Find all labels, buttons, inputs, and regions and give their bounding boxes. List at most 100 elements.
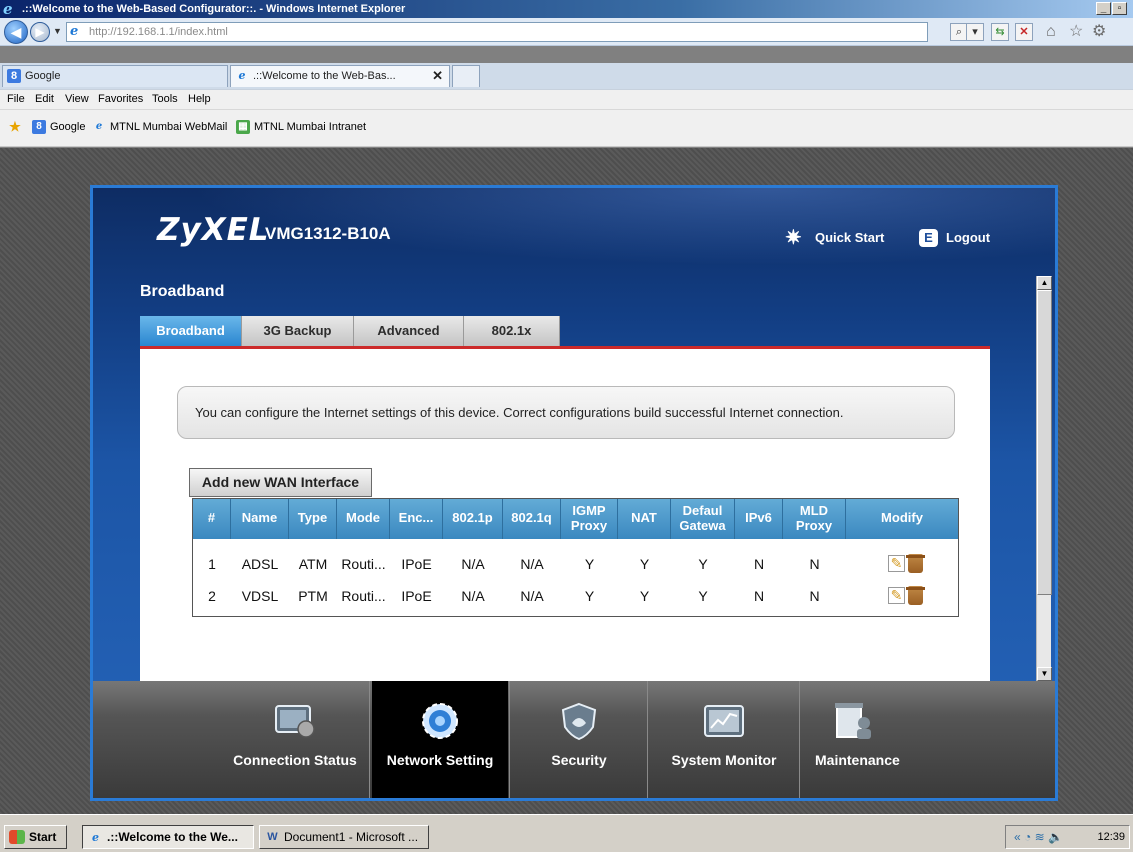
menu-tools[interactable]: Tools bbox=[152, 93, 178, 105]
header-line: Proxy bbox=[570, 518, 608, 533]
col-header: IPv6 bbox=[735, 499, 783, 539]
favorite-mtnl-webmail[interactable]: e MTNL Mumbai WebMail bbox=[92, 121, 228, 133]
favorites-star-icon[interactable]: ☆ bbox=[1069, 22, 1083, 42]
clock: 12:39 bbox=[1097, 831, 1125, 843]
col-header: Modify bbox=[881, 510, 923, 525]
delete-trash-icon[interactable] bbox=[906, 586, 925, 605]
ie-page-icon: e bbox=[70, 24, 79, 39]
favorite-mtnl-intranet[interactable]: ▦ MTNL Mumbai Intranet bbox=[236, 120, 366, 134]
cell-nat: Y bbox=[639, 588, 650, 604]
maximize-button[interactable]: ▫ bbox=[1112, 2, 1127, 15]
scrollbar[interactable]: ▲ ▼ bbox=[1036, 276, 1052, 683]
cell-enc: IPoE bbox=[401, 588, 432, 604]
nav-connection-status[interactable]: Connection Status bbox=[227, 681, 363, 798]
menu-view[interactable]: View bbox=[65, 93, 89, 105]
tray-expand-icon[interactable]: « bbox=[1014, 830, 1021, 844]
google-icon: 8 bbox=[32, 120, 46, 134]
cell-8021p: N/A bbox=[461, 588, 485, 604]
word-document-icon: W bbox=[267, 831, 278, 843]
home-icon[interactable]: ⌂ bbox=[1046, 22, 1056, 42]
cell-8021p: N/A bbox=[461, 556, 485, 572]
compatibility-view-icon[interactable]: ⇆ bbox=[991, 23, 1009, 41]
address-bar: ◀ ▶ ▼ e http://192.168.1.1/index.html ⌕ … bbox=[0, 18, 1133, 46]
cell-modify: ✎ bbox=[888, 586, 928, 606]
cell-type: ATM bbox=[298, 556, 328, 572]
nav-network-setting[interactable]: Network Setting bbox=[372, 681, 508, 798]
back-button[interactable]: ◀ bbox=[4, 20, 28, 44]
menu-favorites[interactable]: Favorites bbox=[98, 93, 143, 105]
subtabs: Broadband 3G Backup Advanced 802.1x bbox=[140, 316, 990, 346]
cell-8021q: N/A bbox=[520, 556, 544, 572]
tab-configurator[interactable]: e .::Welcome to the Web-Bas... ✕ bbox=[230, 65, 450, 87]
tools-gear-icon[interactable]: ⚙ bbox=[1092, 22, 1106, 42]
header-line: Gatewa bbox=[679, 518, 726, 533]
table-row: 2 VDSL PTM Routi... IPoE N/A N/A Y Y Y N… bbox=[193, 581, 958, 611]
favorite-google[interactable]: 8 Google bbox=[32, 120, 85, 134]
ie-logo-icon: e bbox=[3, 0, 13, 18]
tab-label: Google bbox=[25, 70, 61, 82]
taskbar-item-word[interactable]: W Document1 - Microsoft ... bbox=[259, 825, 429, 849]
scroll-up-icon[interactable]: ▲ bbox=[1037, 276, 1052, 290]
tab-broadband[interactable]: Broadband bbox=[140, 316, 242, 346]
url-prefix: http://192.168.1.1/ bbox=[89, 26, 178, 38]
url-input[interactable]: e http://192.168.1.1/index.html bbox=[66, 22, 928, 42]
cell-ipv6: N bbox=[753, 556, 765, 572]
page-content: ZyXEL VMG1312-B10A ✷ Quick Start E Logou… bbox=[0, 148, 1133, 814]
scroll-down-icon[interactable]: ▼ bbox=[1037, 667, 1052, 681]
cell-mode: Routi... bbox=[341, 588, 386, 604]
nav-label: Network Setting bbox=[386, 752, 494, 768]
tab-advanced[interactable]: Advanced bbox=[354, 316, 464, 346]
tray-icons[interactable]: « ◔ ≋ 🔈 bbox=[1014, 826, 1063, 848]
menu-edit[interactable]: Edit bbox=[35, 93, 54, 105]
header-line: IGMP bbox=[572, 503, 606, 518]
col-header: 802.1q bbox=[503, 499, 561, 539]
menu-file[interactable]: File bbox=[7, 93, 25, 105]
delete-trash-icon[interactable] bbox=[906, 554, 925, 573]
start-label: Start bbox=[29, 830, 57, 844]
info-message: You can configure the Internet settings … bbox=[177, 386, 955, 439]
cell-name: ADSL bbox=[241, 556, 279, 572]
system-tray: « ◔ ≋ 🔈 12:39 bbox=[1005, 825, 1130, 849]
stop-icon[interactable]: ✕ bbox=[1015, 23, 1033, 41]
taskbar-label: Document1 - Microsoft ... bbox=[284, 830, 419, 844]
new-tab-button[interactable] bbox=[452, 65, 480, 87]
google-icon: 8 bbox=[7, 69, 21, 83]
scroll-thumb[interactable] bbox=[1037, 290, 1052, 595]
quick-start-link[interactable]: ✷ Quick Start bbox=[785, 227, 884, 249]
windows-taskbar: Start e .::Welcome to the We... W Docume… bbox=[0, 814, 1133, 852]
nav-label: Security bbox=[551, 752, 607, 768]
forward-button[interactable]: ▶ bbox=[30, 22, 50, 42]
taskbar-item-ie[interactable]: e .::Welcome to the We... bbox=[82, 825, 254, 849]
address-dropdown-icon[interactable]: ▾ bbox=[966, 23, 984, 41]
start-button[interactable]: Start bbox=[4, 825, 67, 849]
nav-maintenance[interactable]: Maintenance bbox=[801, 681, 929, 798]
model-name: VMG1312-B10A bbox=[265, 224, 391, 243]
history-dropdown-icon[interactable]: ▼ bbox=[53, 26, 62, 36]
tab-3g-backup[interactable]: 3G Backup bbox=[242, 316, 354, 346]
add-wan-interface-button[interactable]: Add new WAN Interface bbox=[189, 468, 372, 497]
tab-label: .::Welcome to the Web-Bas... bbox=[253, 70, 396, 82]
broadband-panel: You can configure the Internet settings … bbox=[140, 349, 990, 684]
wan-interface-table: # Name Type Mode Enc... 802.1p 802.1q IG… bbox=[192, 498, 959, 617]
col-header: Type bbox=[289, 499, 337, 539]
col-header-igmp: IGMP Proxy bbox=[561, 499, 618, 539]
router-web-ui: ZyXEL VMG1312-B10A ✷ Quick Start E Logou… bbox=[90, 185, 1058, 801]
nav-label: Maintenance bbox=[815, 752, 900, 768]
edit-icon[interactable]: ✎ bbox=[888, 587, 905, 604]
nav-divider bbox=[647, 681, 648, 798]
edit-icon[interactable]: ✎ bbox=[888, 555, 905, 572]
logout-link[interactable]: E Logout bbox=[919, 227, 990, 249]
favorite-label: MTNL Mumbai WebMail bbox=[110, 121, 228, 133]
minimize-button[interactable]: _ bbox=[1096, 2, 1111, 15]
menu-help[interactable]: Help bbox=[188, 93, 211, 105]
nav-system-monitor[interactable]: System Monitor bbox=[649, 681, 799, 798]
logout-icon: E bbox=[919, 229, 938, 247]
close-tab-icon[interactable]: ✕ bbox=[432, 66, 443, 86]
network-setting-icon bbox=[422, 703, 458, 739]
cell-nat: Y bbox=[639, 556, 650, 572]
ie-page-icon: e bbox=[92, 831, 99, 844]
tab-8021x[interactable]: 802.1x bbox=[464, 316, 560, 346]
tab-google[interactable]: 8 Google bbox=[2, 65, 228, 87]
nav-security[interactable]: Security bbox=[511, 681, 647, 798]
col-header: NAT bbox=[618, 499, 671, 539]
